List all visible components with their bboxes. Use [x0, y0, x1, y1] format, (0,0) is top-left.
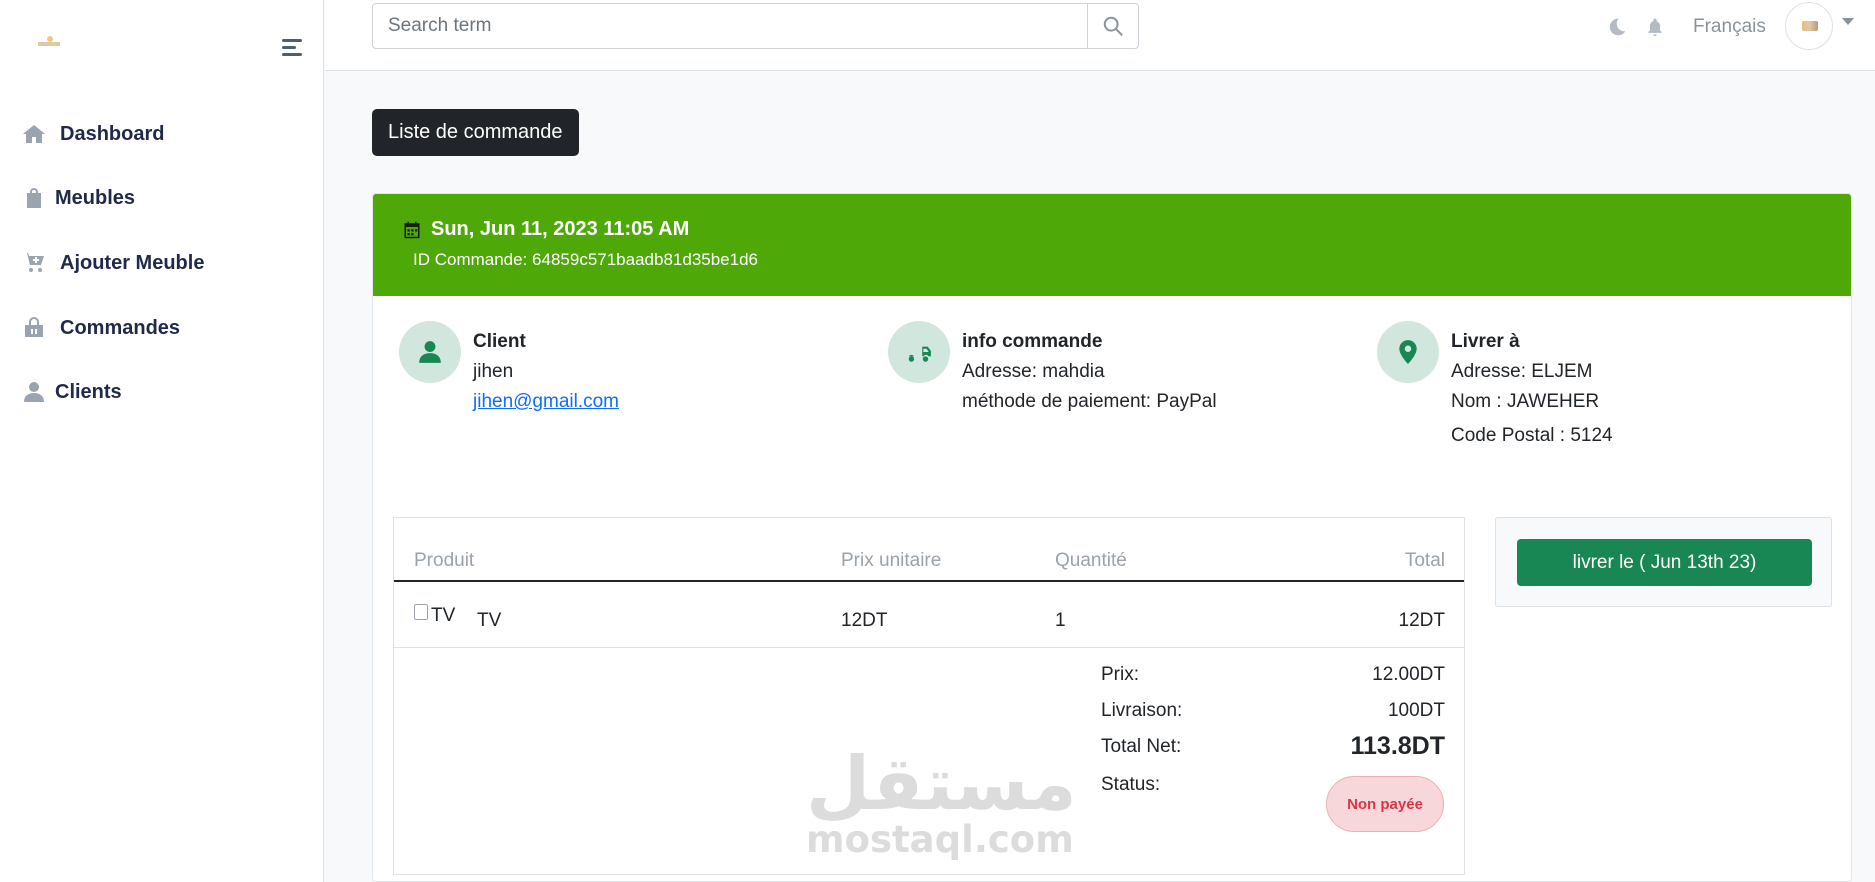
delivery-name: Nom : JAWEHER	[1451, 391, 1600, 412]
delivery-action-panel: livrer le ( Jun 13th 23)	[1495, 517, 1832, 607]
column-header-unit-price: Prix unitaire	[841, 550, 942, 571]
unit-price: 12DT	[841, 610, 888, 631]
brand-logo[interactable]	[36, 34, 62, 54]
delivery-fee-value: 100DT	[1387, 700, 1445, 721]
delivery-address: Adresse: ELJEM	[1451, 361, 1593, 382]
delivery-fee-label: Livraison:	[1101, 700, 1183, 721]
language-selector[interactable]: Français	[1693, 16, 1766, 38]
row-divider	[394, 647, 1464, 648]
order-card: Sun, Jun 11, 2023 11:05 AM ID Commande: …	[372, 193, 1852, 882]
row-total: 12DT	[1398, 610, 1445, 631]
sidebar-item-label: Clients	[55, 380, 122, 403]
order-address: Adresse: mahdia	[962, 361, 1105, 382]
status-badge: Non payée	[1326, 776, 1444, 832]
bell-icon[interactable]	[1645, 16, 1665, 38]
price-value: 12.00DT	[1372, 664, 1445, 685]
home-icon	[23, 125, 45, 143]
column-header-product: Produit	[414, 550, 475, 571]
search-button[interactable]	[1087, 4, 1138, 48]
map-marker-icon	[1399, 340, 1417, 364]
quantity: 1	[1055, 610, 1066, 631]
user-icon	[24, 382, 44, 402]
deliver-button[interactable]: livrer le ( Jun 13th 23)	[1517, 539, 1812, 586]
order-date: Sun, Jun 11, 2023 11:05 AM	[431, 218, 690, 240]
user-icon	[419, 341, 441, 363]
menu-toggle-icon[interactable]	[282, 39, 302, 57]
total-net-label: Total Net:	[1101, 736, 1182, 757]
search-input[interactable]	[373, 4, 1086, 48]
sidebar-item-meubles[interactable]: Meubles	[22, 186, 135, 210]
sidebar-item-label: Meubles	[55, 186, 136, 209]
order-id: ID Commande: 64859c571baadb81d35be1d6	[413, 250, 758, 269]
client-info: Client jihen jihen@gmail.com	[399, 321, 619, 417]
sidebar-item-ajouter-meuble[interactable]: Ajouter Meuble	[22, 251, 204, 275]
status-label: Status:	[1101, 774, 1161, 795]
moon-icon[interactable]	[1607, 16, 1627, 38]
sidebar-item-label: Dashboard	[60, 122, 165, 145]
delivery-postal-code: Code Postal : 5124	[1451, 425, 1613, 446]
shopping-basket-icon	[25, 317, 43, 337]
total-net-value: 113.8DT	[1350, 732, 1445, 760]
top-header: Français	[325, 0, 1875, 71]
sidebar-item-clients[interactable]: Clients	[22, 380, 122, 404]
product-image: TV	[414, 602, 460, 630]
column-header-quantity: Quantité	[1055, 550, 1127, 571]
shopping-bag-icon	[27, 188, 41, 208]
client-email-link[interactable]: jihen@gmail.com	[473, 391, 619, 412]
delivery-title: Livrer à	[1451, 331, 1520, 352]
payment-method: méthode de paiement: PayPal	[962, 391, 1217, 412]
order-list-button[interactable]: Liste de commande	[372, 109, 579, 156]
product-name: TV	[477, 610, 502, 631]
order-info: info commande Adresse: mahdia méthode de…	[888, 321, 1217, 417]
broken-image-icon	[414, 604, 428, 620]
sidebar-item-label: Ajouter Meuble	[60, 251, 205, 274]
chevron-down-icon[interactable]	[1842, 18, 1854, 25]
sidebar-item-label: Commandes	[60, 316, 181, 339]
cart-plus-icon	[23, 253, 44, 272]
order-header: Sun, Jun 11, 2023 11:05 AM ID Commande: …	[373, 194, 1851, 296]
order-info-title: info commande	[962, 331, 1103, 352]
avatar[interactable]	[1785, 2, 1833, 50]
delivery-info: Livrer à Adresse: ELJEM Nom : JAWEHER Co…	[1377, 321, 1613, 451]
sidebar-item-commandes[interactable]: Commandes	[22, 316, 180, 340]
search-icon	[1103, 16, 1123, 36]
calendar-icon	[404, 221, 420, 238]
client-title: Client	[473, 331, 526, 352]
sidebar-item-dashboard[interactable]: Dashboard	[22, 122, 164, 146]
products-table: Produit Prix unitaire Quantité Total TV …	[393, 517, 1465, 875]
truck-icon	[907, 344, 931, 362]
table-header-divider	[394, 580, 1464, 582]
price-label: Prix:	[1101, 664, 1139, 685]
search-bar	[372, 3, 1139, 49]
column-header-total: Total	[1404, 550, 1445, 571]
sidebar: Dashboard Meubles Ajouter Meuble Command…	[0, 0, 324, 882]
client-name: jihen	[473, 361, 514, 382]
